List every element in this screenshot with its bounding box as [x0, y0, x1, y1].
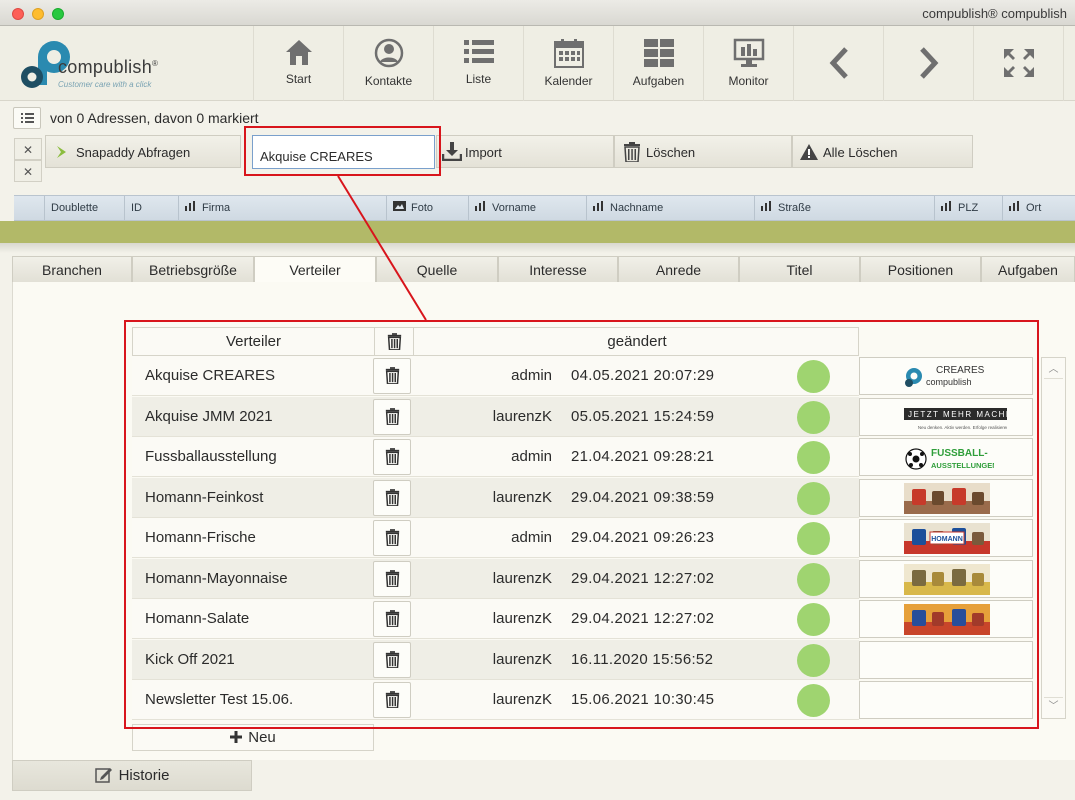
col-ort[interactable]: Ort: [1002, 196, 1075, 220]
main-toolbar: compublish® Customer care with a click S…: [0, 26, 1075, 101]
tab-titel[interactable]: Titel: [739, 256, 860, 282]
import-label: Import: [465, 145, 502, 160]
divider: [0, 243, 1075, 253]
col-foto[interactable]: Foto: [386, 196, 468, 220]
nav-kontakte-label: Kontakte: [364, 74, 413, 88]
nav-fullscreen-button[interactable]: [973, 26, 1063, 101]
col-firma[interactable]: Firma: [178, 196, 386, 220]
highlight-input-annotation: [244, 126, 441, 176]
import-download-icon: [442, 142, 462, 161]
logo-wordmark: compublish®: [58, 57, 159, 77]
col-vorname[interactable]: Vorname: [468, 196, 586, 220]
delete-button[interactable]: Löschen: [614, 135, 792, 168]
nav-aufgaben-button[interactable]: Aufgaben: [613, 26, 703, 101]
address-column-header: Doublette ID Firma Foto Vorname Nachname…: [14, 195, 1075, 221]
list-icon: [463, 40, 494, 63]
warning-icon: [800, 144, 818, 160]
tab-interesse[interactable]: Interesse: [498, 256, 618, 282]
sort-bars-icon: [185, 201, 195, 211]
nav-liste-label: Liste: [465, 72, 492, 86]
nav-kontakte-button[interactable]: Kontakte: [343, 26, 433, 101]
col-doublette[interactable]: Doublette: [44, 196, 124, 220]
address-count-text: von 0 Adressen, davon 0 markiert: [50, 110, 259, 126]
scroll-up-button[interactable]: ︿: [1044, 361, 1063, 379]
table-scrollbar[interactable]: ︿ ﹀: [1041, 357, 1066, 719]
nav-kalender-button[interactable]: Kalender: [523, 26, 613, 101]
app-logo: compublish® Customer care with a click: [18, 32, 218, 96]
delete-label: Löschen: [646, 145, 696, 160]
tab-verteiler[interactable]: Verteiler: [254, 256, 376, 283]
tab-aufgaben[interactable]: Aufgaben: [981, 256, 1075, 282]
delete-all-label: Alle Löschen: [823, 145, 898, 160]
nav-monitor-button[interactable]: Monitor: [703, 26, 793, 101]
col-strasse[interactable]: Straße: [754, 196, 934, 220]
tab-betriebsgroesse[interactable]: Betriebsgröße: [132, 256, 254, 282]
chevron-right-icon: [919, 47, 938, 79]
nav-monitor-label: Monitor: [728, 74, 769, 88]
calendar-icon: [553, 39, 584, 68]
new-verteiler-label: Neu: [248, 729, 276, 746]
snapaddy-icon: [57, 146, 66, 158]
nav-back-button[interactable]: [793, 26, 883, 101]
sort-bars-icon: [941, 201, 951, 211]
logo-tagline: Customer care with a click: [58, 80, 152, 89]
edit-icon: [94, 768, 112, 783]
nav-more-button[interactable]: [1063, 26, 1075, 101]
home-icon: [285, 40, 312, 65]
minimize-window-button[interactable]: [32, 8, 44, 20]
delete-all-button[interactable]: Alle Löschen: [792, 135, 973, 168]
nav-aufgaben-label: Aufgaben: [632, 74, 685, 88]
fullscreen-icon: [1003, 49, 1034, 77]
tab-positionen[interactable]: Positionen: [860, 256, 981, 282]
chevron-left-icon: [829, 47, 848, 79]
title-bar: compublish® compublish: [0, 0, 1075, 26]
zoom-window-button[interactable]: [52, 8, 64, 20]
nav-liste-button[interactable]: Liste: [433, 26, 523, 101]
contact-icon: [374, 38, 403, 68]
sort-bars-icon: [1009, 201, 1019, 211]
trash-icon: [624, 142, 640, 162]
sort-bars-icon: [475, 201, 485, 211]
list-view-toggle[interactable]: [13, 107, 41, 129]
historie-tab[interactable]: Historie: [12, 760, 252, 791]
plus-icon: [230, 731, 243, 743]
window-title: compublish® compublish: [922, 6, 1067, 21]
tab-anrede[interactable]: Anrede: [618, 256, 739, 282]
category-tabs: Branchen Betriebsgröße Verteiler Quelle …: [12, 256, 1075, 283]
sort-bars-icon: [593, 201, 603, 211]
snapaddy-query-label: Snapaddy Abfragen: [76, 145, 191, 160]
clear-filter-2-button[interactable]: ✕: [14, 160, 42, 182]
clear-filter-1-button[interactable]: ✕: [14, 138, 42, 160]
sort-bars-icon: [761, 201, 771, 211]
nav-forward-button[interactable]: [883, 26, 973, 101]
col-nachname[interactable]: Nachname: [586, 196, 754, 220]
col-id[interactable]: ID: [124, 196, 178, 220]
scroll-down-button[interactable]: ﹀: [1044, 697, 1063, 715]
bottom-edge: [0, 791, 1075, 800]
historie-label: Historie: [118, 767, 170, 784]
image-icon: [393, 201, 406, 211]
tab-quelle[interactable]: Quelle: [376, 256, 498, 282]
snapaddy-query-button[interactable]: Snapaddy Abfragen: [45, 135, 241, 168]
selection-info-row: von 0 Adressen, davon 0 markiert: [0, 101, 1075, 135]
nav-start-label: Start: [285, 72, 312, 86]
list-menu-icon: [21, 113, 34, 123]
col-plz[interactable]: PLZ: [934, 196, 1002, 220]
nav-kalender-label: Kalender: [544, 74, 593, 88]
nav-start-button[interactable]: Start: [253, 26, 343, 101]
tasks-grid-icon: [643, 39, 674, 67]
monitor-icon: [733, 38, 764, 67]
empty-result-bar: [0, 221, 1075, 243]
import-button[interactable]: Import: [436, 135, 614, 168]
tab-branchen[interactable]: Branchen: [12, 256, 132, 282]
close-window-button[interactable]: [12, 8, 24, 20]
highlight-table-annotation: [124, 320, 1039, 729]
